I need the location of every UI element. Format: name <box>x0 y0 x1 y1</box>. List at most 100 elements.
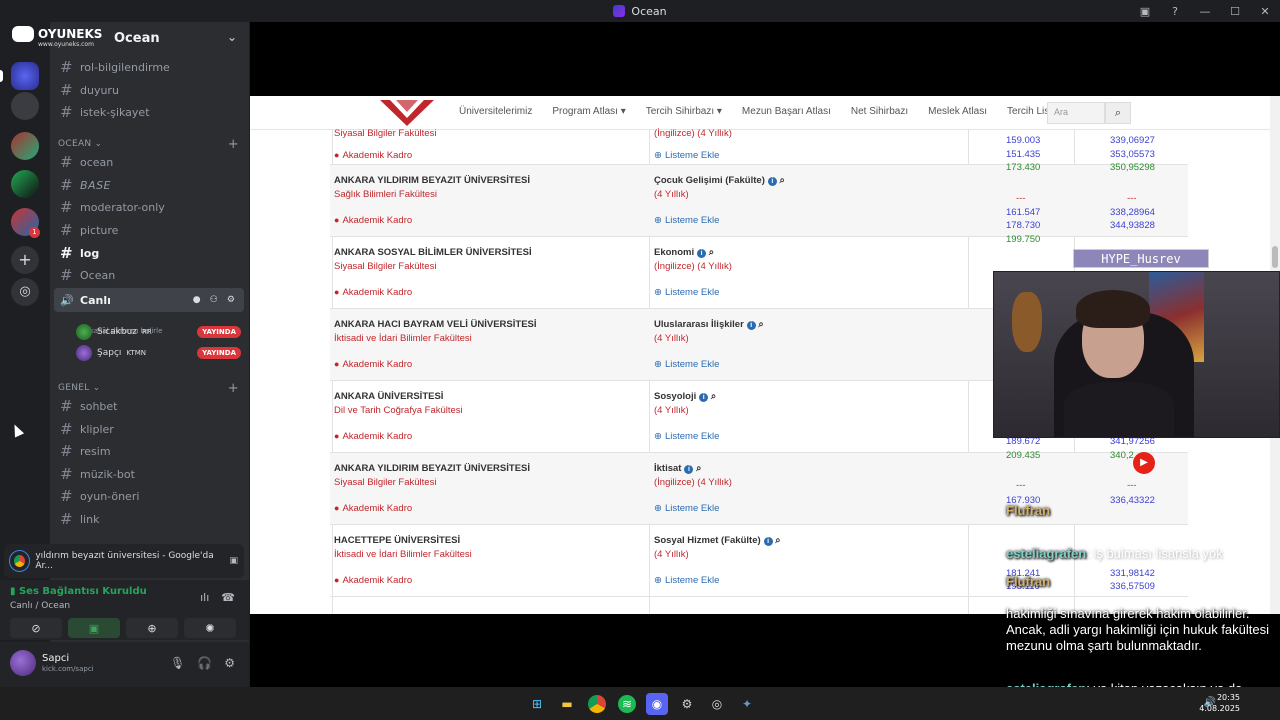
add-to-list-link[interactable]: Listeme Ekle <box>654 287 719 298</box>
chat-username: Flufran <box>1006 503 1051 518</box>
channel-moderator-only[interactable]: # moderator-only <box>54 196 244 218</box>
channel-klipler[interactable]: # klipler <box>54 418 244 440</box>
channel-link[interactable]: # link <box>54 508 244 530</box>
program-name[interactable]: Çocuk Gelişimi (Fakülte) i ⌕ <box>654 175 785 186</box>
voice-connected-status[interactable]: ▮ Ses Bağlantısı Kuruldu <box>10 586 147 597</box>
info-icon[interactable]: i <box>763 537 773 546</box>
channel-ocean-2[interactable]: # Ocean <box>54 264 244 286</box>
channel-istek-sikayet[interactable]: # istek-şikayet <box>54 101 244 123</box>
search-icon[interactable]: ⌕ <box>696 463 701 474</box>
channel-sohbet[interactable]: # sohbet <box>54 395 244 417</box>
add-to-list-link[interactable]: Listeme Ekle <box>654 150 719 161</box>
minimize-button[interactable]: — <box>1190 5 1220 18</box>
inbox-icon[interactable]: ▣ <box>1130 5 1160 18</box>
camera-off-button[interactable]: ⊘ <box>10 618 62 638</box>
category-genel[interactable]: GENEL ⌄ + <box>58 380 243 396</box>
channel-label: müzik-bot <box>80 467 135 481</box>
server-icon[interactable] <box>11 170 39 198</box>
discord-icon[interactable]: ◉ <box>646 693 668 715</box>
program-name[interactable]: Sosyal Hizmet (Fakülte) i ⌕ <box>654 535 781 546</box>
chat-message: Flufran <box>1006 574 1050 590</box>
academic-staff-link[interactable]: Akademik Kadro <box>334 215 412 226</box>
activity-button[interactable]: ⊕ <box>126 618 178 638</box>
voice-channel-actions[interactable]: ● ⚇ ⚙ <box>193 295 238 305</box>
add-to-list-link[interactable]: Listeme Ekle <box>654 431 719 442</box>
program-name[interactable]: İktisat i ⌕ <box>654 463 701 474</box>
search-icon[interactable]: ⌕ <box>709 247 714 258</box>
channel-log[interactable]: # log <box>54 242 244 264</box>
academic-staff-link[interactable]: Akademik Kadro <box>334 287 412 298</box>
server-icon[interactable] <box>11 92 39 120</box>
add-to-list-link[interactable]: Listeme Ekle <box>654 359 719 370</box>
academic-staff-link[interactable]: Akademik Kadro <box>334 150 412 161</box>
channel-resim[interactable]: # resim <box>54 440 244 462</box>
search-icon[interactable]: ⌕ <box>758 319 763 330</box>
person-body-shape <box>1064 382 1174 437</box>
screen-share-button[interactable]: ▣ <box>68 618 120 638</box>
academic-staff-link[interactable]: Akademik Kadro <box>334 359 412 370</box>
academic-staff-link[interactable]: Akademik Kadro <box>334 575 412 586</box>
share-icon[interactable]: ▣ <box>229 556 238 566</box>
soundboard-button[interactable]: ✺ <box>184 618 236 638</box>
help-icon[interactable]: ? <box>1160 5 1190 18</box>
add-server-icon[interactable]: + <box>11 246 39 274</box>
info-icon[interactable]: i <box>697 249 707 258</box>
voice-user[interactable]: Sicakbuz RR YAYINDA <box>76 322 241 342</box>
info-icon[interactable]: i <box>684 465 694 474</box>
taskbar-clock[interactable]: 20:35 4.08.2025 <box>1199 692 1240 714</box>
windows-taskbar: ⊞ ▬ ≋ ◉ ⚙ ◎ ✦ 🔊 20:35 4.08.2025 <box>0 687 1280 720</box>
chevron-down-icon[interactable]: ⌄ <box>227 30 237 44</box>
chrome-icon[interactable] <box>588 695 606 713</box>
avatar[interactable] <box>10 650 36 676</box>
channel-base[interactable]: # BASE <box>54 174 244 196</box>
category-ocean[interactable]: OCEAN ⌄ + <box>58 136 243 152</box>
channel-ocean[interactable]: # ocean <box>54 151 244 173</box>
add-channel-icon[interactable]: + <box>228 137 239 152</box>
hash-icon: # <box>60 176 74 194</box>
channel-muzik-bot[interactable]: # müzik-bot <box>54 463 244 485</box>
steam-icon[interactable]: ⚙ <box>676 693 698 715</box>
program-name[interactable]: Sosyoloji i ⌕ <box>654 391 716 402</box>
scrollbar-thumb[interactable] <box>1272 246 1278 268</box>
obs-icon[interactable]: ◎ <box>706 693 728 715</box>
search-icon[interactable]: ⌕ <box>780 175 785 186</box>
academic-staff-link[interactable]: Akademik Kadro <box>334 503 412 514</box>
user-panel: Sapci kick.com/sapci 🎙 🎧 ⚙ <box>0 642 249 687</box>
file-explorer-icon[interactable]: ▬ <box>556 693 578 715</box>
add-to-list-link[interactable]: Listeme Ekle <box>654 503 719 514</box>
server-ocean-icon[interactable] <box>11 62 39 90</box>
windows-start-icon[interactable]: ⊞ <box>526 693 548 715</box>
add-to-list-link[interactable]: Listeme Ekle <box>654 215 719 226</box>
voice-user[interactable]: Şapçı KTMN YAYINDA <box>76 343 241 363</box>
search-icon[interactable]: ⌕ <box>711 391 716 402</box>
info-icon[interactable]: i <box>767 177 777 186</box>
spotify-icon[interactable]: ≋ <box>618 695 636 713</box>
gear-icon[interactable]: ⚙ <box>224 656 235 670</box>
add-to-list-link[interactable]: Listeme Ekle <box>654 575 719 586</box>
add-channel-icon[interactable]: + <box>228 381 239 396</box>
headphones-icon[interactable]: 🎧 <box>197 656 212 670</box>
channel-oyun-oneri[interactable]: # oyun-öneri <box>54 485 244 507</box>
activity-card[interactable]: yıldırım beyazıt üniversitesi - Google'd… <box>4 544 244 578</box>
channel-rol-bilgilendirme[interactable]: # rol-bilgilendirme <box>54 56 244 78</box>
server-icon[interactable] <box>11 132 39 160</box>
base-score: --- <box>1016 193 1026 204</box>
app-icon[interactable]: ✦ <box>736 693 758 715</box>
close-button[interactable]: ✕ <box>1250 5 1280 18</box>
voice-location[interactable]: Canlı / Ocean <box>10 601 70 611</box>
explore-icon[interactable]: ◎ <box>11 278 39 306</box>
academic-staff-link[interactable]: Akademik Kadro <box>334 431 412 442</box>
channel-picture[interactable]: # picture <box>54 219 244 241</box>
voice-channel-canli[interactable]: 🔊 Canlı ● ⚇ ⚙ <box>54 288 244 312</box>
channel-duyuru[interactable]: # duyuru <box>54 79 244 101</box>
noise-suppression-icon[interactable]: ılı <box>200 591 209 604</box>
program-name[interactable]: Ekonomi i ⌕ <box>654 247 714 258</box>
program-name[interactable]: Uluslararası İlişkiler i ⌕ <box>654 319 764 330</box>
microphone-icon[interactable]: 🎙 <box>170 656 185 670</box>
maximize-button[interactable]: ☐ <box>1220 5 1250 18</box>
search-icon[interactable]: ⌕ <box>775 535 780 546</box>
info-icon[interactable]: i <box>699 393 709 402</box>
disconnect-icon[interactable]: ☎ <box>221 591 235 604</box>
server-header[interactable]: OYUNEKS www.oyuneks.com Ocean ⌄ <box>12 22 249 54</box>
info-icon[interactable]: i <box>746 321 756 330</box>
